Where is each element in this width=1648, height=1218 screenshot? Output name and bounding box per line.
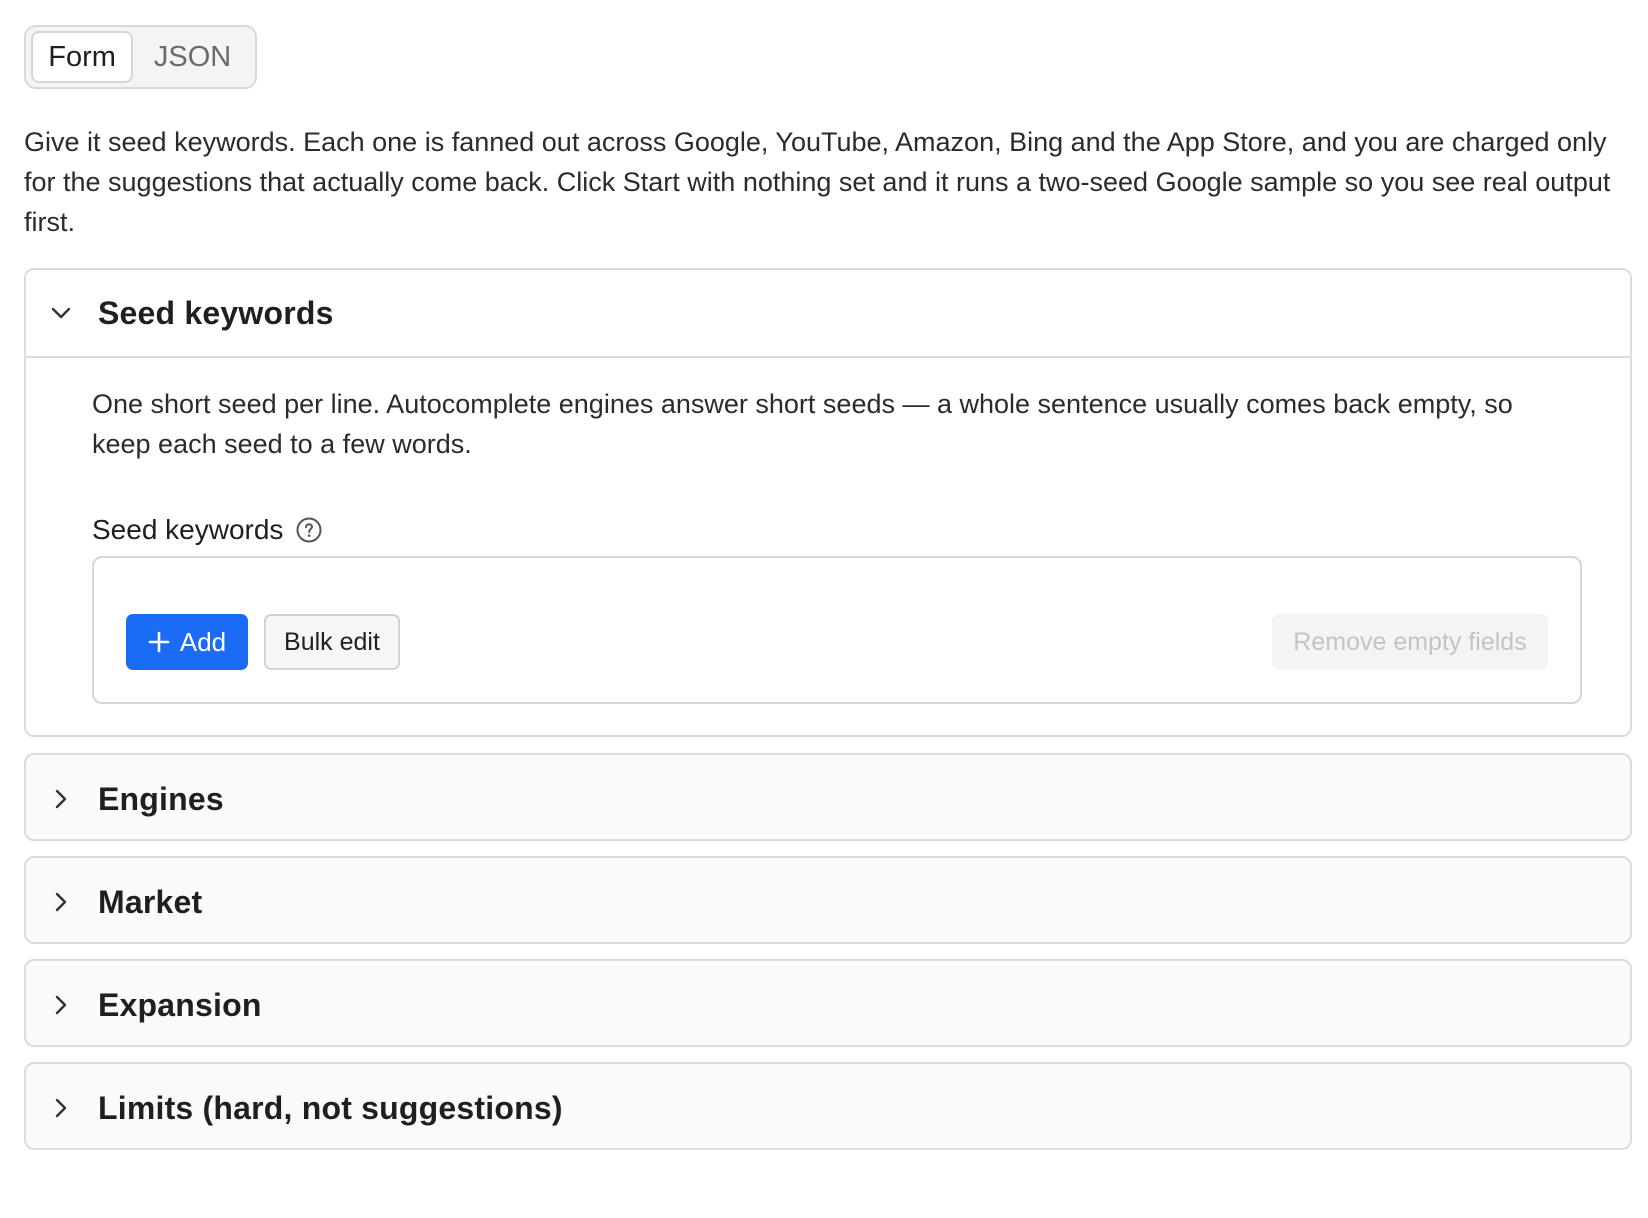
section-title: Expansion: [98, 986, 262, 1023]
chevron-down-icon: [46, 298, 76, 328]
section-description: One short seed per line. Autocomplete en…: [92, 389, 1513, 459]
question-circle-icon[interactable]: [295, 516, 323, 544]
field-label-seed-keywords: Seed keywords: [92, 514, 284, 545]
add-button[interactable]: Add: [126, 614, 248, 670]
chevron-right-icon: [46, 990, 76, 1020]
section-engines: Engines: [24, 753, 1632, 841]
add-button-label: Add: [179, 626, 227, 657]
view-mode-toggle: Form JSON: [24, 25, 257, 89]
chevron-right-icon: [46, 784, 76, 814]
tab-form[interactable]: Form: [31, 31, 134, 83]
section-body-seed-keywords: One short seed per line. Autocomplete en…: [26, 358, 1630, 735]
section-header-market[interactable]: Market: [26, 858, 1630, 942]
section-title: Limits (hard, not suggestions): [98, 1089, 563, 1126]
tab-json[interactable]: JSON: [135, 31, 250, 83]
intro-description: Give it seed keywords. Each one is fanne…: [24, 127, 1611, 237]
section-limits: Limits (hard, not suggestions): [24, 1062, 1632, 1150]
section-market: Market: [24, 856, 1632, 944]
bulk-edit-button[interactable]: Bulk edit: [264, 614, 400, 670]
section-header-seed-keywords[interactable]: Seed keywords: [26, 270, 1630, 358]
section-header-limits[interactable]: Limits (hard, not suggestions): [26, 1064, 1630, 1148]
section-seed-keywords: Seed keywords One short seed per line. A…: [24, 268, 1632, 737]
section-expansion: Expansion: [24, 959, 1632, 1047]
plus-icon: [148, 631, 170, 653]
chevron-right-icon: [46, 887, 76, 917]
section-title: Seed keywords: [98, 294, 334, 331]
section-title: Engines: [98, 780, 224, 817]
seed-keywords-list-editor: Add Bulk edit Remove empty fields: [92, 556, 1582, 704]
section-title: Market: [98, 883, 203, 920]
section-header-engines[interactable]: Engines: [26, 755, 1630, 839]
remove-empty-fields-button[interactable]: Remove empty fields: [1272, 614, 1548, 670]
chevron-right-icon: [46, 1093, 76, 1123]
field-label-row: Seed keywords: [92, 514, 1584, 546]
section-header-expansion[interactable]: Expansion: [26, 961, 1630, 1045]
